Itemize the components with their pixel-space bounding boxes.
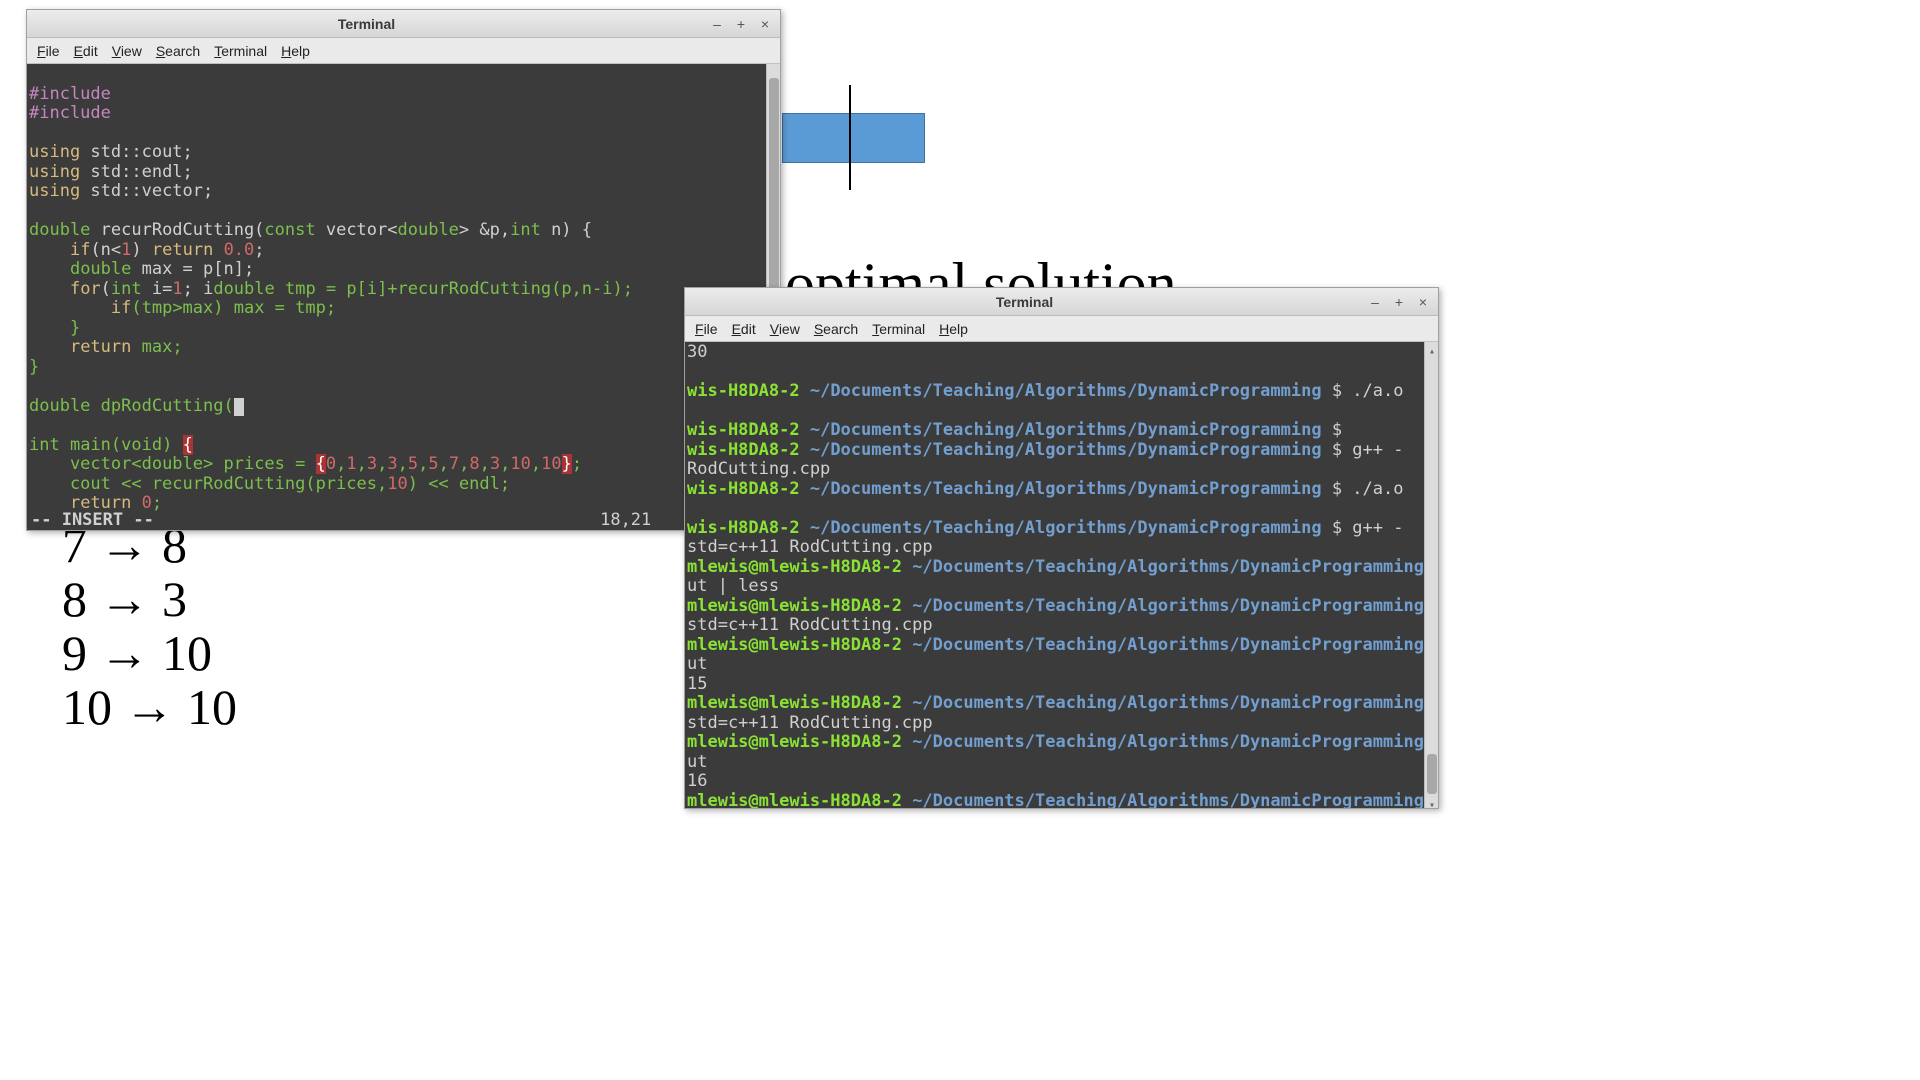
menu-terminal[interactable]: Terminal	[214, 43, 267, 59]
window-title: Terminal	[685, 294, 1364, 310]
vim-mode: -- INSERT --	[31, 511, 154, 531]
window-title: Terminal	[27, 16, 706, 32]
shell-prompt-line: wis-H8DA8-2 ~/Documents/Teaching/Algorit…	[687, 382, 1436, 402]
scrollbar-thumb[interactable]	[1427, 754, 1437, 794]
editor-pane[interactable]: #include #include using std::cout; using…	[27, 64, 780, 530]
shell-output: std=c++11 RodCutting.cpp	[687, 616, 1436, 636]
shell-prompt-line: mlewis@mlewis-H8DA8-2 ~/Documents/Teachi…	[687, 733, 1436, 753]
diagram-cut-line	[849, 85, 851, 190]
shell-output: 30	[687, 343, 1436, 363]
shell-prompt-line: wis-H8DA8-2 ~/Documents/Teaching/Algorit…	[687, 441, 1436, 461]
shell-prompt-line: wis-H8DA8-2 ~/Documents/Teaching/Algorit…	[687, 421, 1436, 441]
menubar: File Edit View Search Terminal Help	[685, 316, 1438, 342]
shell-prompt-line: mlewis@mlewis-H8DA8-2 ~/Documents/Teachi…	[687, 694, 1436, 714]
scroll-up-icon[interactable]: ▴	[1427, 342, 1437, 354]
menu-terminal[interactable]: Terminal	[872, 321, 925, 337]
price-mapping: 9 → 10	[62, 624, 212, 682]
vim-status-bar: -- INSERT -- 18,21 Top	[27, 511, 766, 531]
scroll-down-icon[interactable]: ▾	[1427, 796, 1437, 808]
shell-prompt-line: wis-H8DA8-2 ~/Documents/Teaching/Algorit…	[687, 519, 1436, 539]
terminal-window-editor: Terminal – + × File Edit View Search Termina…	[26, 9, 781, 531]
shell-pane[interactable]: 30 wis-H8DA8-2 ~/Documents/Teaching/Algo…	[685, 342, 1438, 808]
menu-help[interactable]: Help	[939, 321, 968, 337]
shell-output: std=c++11 RodCutting.cpp	[687, 538, 1436, 558]
shell-prompt-line: mlewis@mlewis-H8DA8-2 ~/Documents/Teachi…	[687, 792, 1436, 809]
shell-output: 16	[687, 772, 1436, 792]
titlebar[interactable]: Terminal – + ×	[685, 288, 1438, 316]
shell-output: 15	[687, 675, 1436, 695]
shell-output: ut | less	[687, 577, 1436, 597]
shell-line	[687, 363, 1436, 383]
shell-output: ut	[687, 655, 1436, 675]
scrollbar[interactable]: ▴ ▾	[1424, 342, 1438, 808]
shell-output: ut	[687, 753, 1436, 773]
minimize-button[interactable]: –	[706, 14, 728, 34]
close-button[interactable]: ×	[754, 14, 776, 34]
maximize-button[interactable]: +	[730, 14, 752, 34]
diagram-rect	[782, 113, 925, 163]
vim-cursor-pos: 18,21	[154, 511, 731, 531]
shell-prompt-line: mlewis@mlewis-H8DA8-2 ~/Documents/Teachi…	[687, 597, 1436, 617]
menu-view[interactable]: View	[770, 321, 800, 337]
price-mapping: 10 → 10	[62, 678, 237, 736]
shell-output: std=c++11 RodCutting.cpp	[687, 714, 1436, 734]
shell-output: RodCutting.cpp	[687, 460, 1436, 480]
maximize-button[interactable]: +	[1388, 292, 1410, 312]
text-cursor	[234, 398, 244, 416]
menu-edit[interactable]: Edit	[732, 321, 756, 337]
shell-prompt-line: mlewis@mlewis-H8DA8-2 ~/Documents/Teachi…	[687, 558, 1436, 578]
close-button[interactable]: ×	[1412, 292, 1434, 312]
shell-prompt-line: mlewis@mlewis-H8DA8-2 ~/Documents/Teachi…	[687, 636, 1436, 656]
menu-search[interactable]: Search	[156, 43, 200, 59]
menubar: File Edit View Search Terminal Help	[27, 38, 780, 64]
menu-help[interactable]: Help	[281, 43, 310, 59]
menu-view[interactable]: View	[112, 43, 142, 59]
shell-line	[687, 499, 1436, 519]
shell-line	[687, 402, 1436, 422]
menu-search[interactable]: Search	[814, 321, 858, 337]
menu-file[interactable]: File	[695, 321, 718, 337]
titlebar[interactable]: Terminal – + ×	[27, 10, 780, 38]
menu-edit[interactable]: Edit	[74, 43, 98, 59]
shell-prompt-line: wis-H8DA8-2 ~/Documents/Teaching/Algorit…	[687, 480, 1436, 500]
menu-file[interactable]: File	[37, 43, 60, 59]
terminal-window-shell: Terminal – + × File Edit View Search Termina…	[684, 287, 1439, 809]
price-mapping: 8 → 3	[62, 570, 187, 628]
minimize-button[interactable]: –	[1364, 292, 1386, 312]
